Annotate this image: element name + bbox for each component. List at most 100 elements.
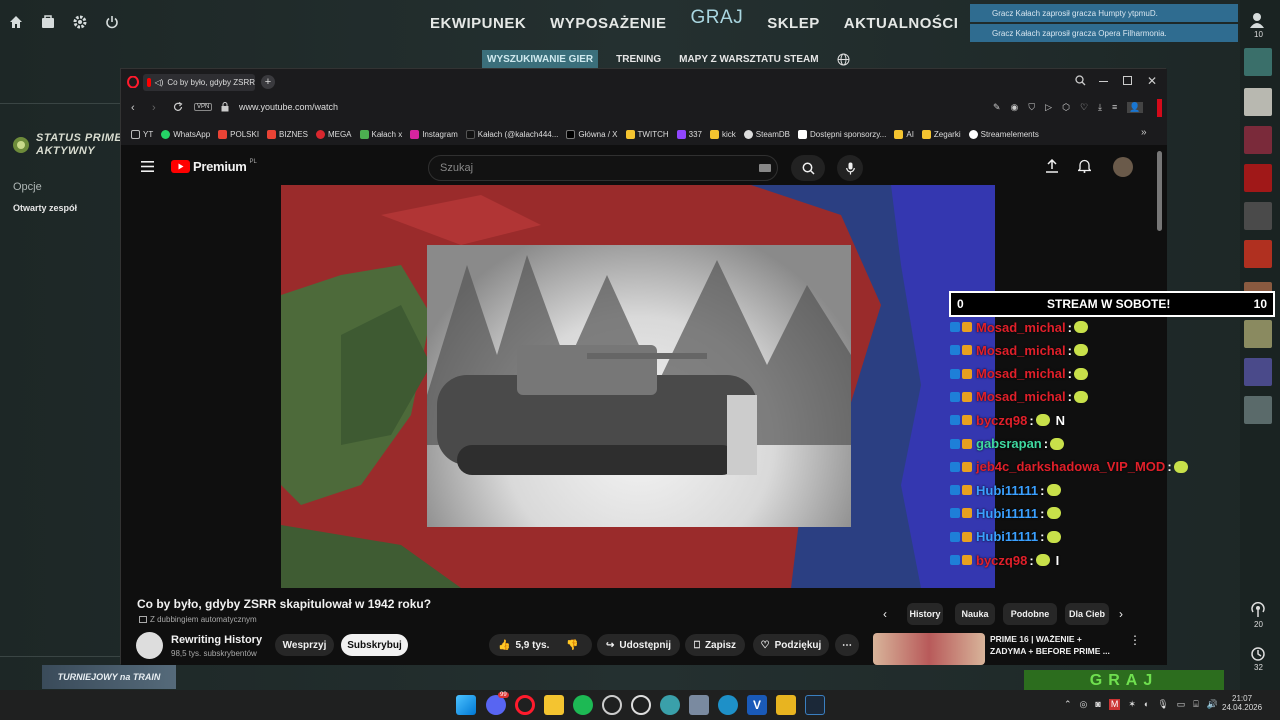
heart-icon[interactable]: ♡ [1080, 102, 1088, 113]
friend-avatar[interactable] [1244, 240, 1272, 268]
scrollbar-thumb[interactable] [1157, 151, 1162, 231]
open-team-toggle[interactable]: Otwarty zespół [13, 203, 77, 213]
inventory-icon[interactable] [32, 6, 64, 38]
chip-podobne[interactable]: Podobne [1003, 603, 1057, 625]
minimize-icon[interactable] [1099, 81, 1108, 82]
edge-icon[interactable] [718, 695, 738, 715]
bookmark-yt[interactable]: YT [131, 129, 153, 139]
calculator-icon[interactable] [689, 695, 709, 715]
tray-discord-icon[interactable]: ◙ [1095, 699, 1100, 710]
friend-avatar[interactable] [1244, 88, 1272, 116]
upload-icon[interactable] [1046, 159, 1058, 173]
reload-icon[interactable] [173, 102, 183, 112]
play-button[interactable]: GRAJ [1024, 670, 1224, 692]
browser-tab[interactable]: ◁) Co by było, gdyby ZSRR [143, 74, 255, 91]
gear-icon[interactable] [64, 6, 96, 38]
url-field[interactable]: www.youtube.com/watch [239, 102, 338, 112]
share-button[interactable]: ↪ Udostępnij [597, 634, 680, 656]
bookmark-biznes[interactable]: BIZNES [267, 129, 308, 139]
hamburger-menu-icon[interactable] [141, 161, 154, 172]
speaker-icon[interactable]: ◁) [155, 78, 164, 87]
search-input[interactable]: Szukaj [428, 155, 778, 181]
nav-equipment[interactable]: EKWIPUNEK [430, 15, 526, 32]
cube-icon[interactable]: ⬡ [1062, 102, 1070, 113]
app-icon[interactable] [776, 695, 796, 715]
globe-icon[interactable] [837, 53, 850, 66]
search-button[interactable] [791, 155, 825, 181]
back-icon[interactable]: ‹ [131, 102, 135, 114]
friend-avatar[interactable] [1244, 164, 1272, 192]
close-icon[interactable]: ✕ [1147, 74, 1157, 88]
support-button[interactable]: Wesprzyj [275, 634, 334, 656]
search-tabs-icon[interactable] [1075, 75, 1086, 86]
bookmark-streamelements[interactable]: Streamelements [968, 129, 1039, 139]
nav-store[interactable]: SKLEP [767, 15, 820, 32]
tray-icon[interactable]: ◎ [1080, 699, 1088, 710]
bookmarks-overflow-icon[interactable]: » [1141, 127, 1147, 138]
nav-loadout[interactable]: WYPOSAŻENIE [550, 15, 666, 32]
friend-avatar[interactable] [1244, 126, 1272, 154]
video-player[interactable] [281, 185, 995, 588]
tray-steam-icon[interactable]: ◐ [1144, 699, 1149, 710]
shield-icon[interactable]: ⛉ [1028, 102, 1035, 113]
youtube-logo[interactable]: Premium PL [171, 159, 257, 174]
chip-nauka[interactable]: Nauka [955, 603, 995, 625]
nav-news[interactable]: AKTUALNOŚCI [844, 15, 959, 32]
bookmark-tiktok[interactable]: Kałach (@kalach444... [465, 129, 558, 139]
edit-icon[interactable]: ✎ [993, 102, 1001, 113]
recommended-title[interactable]: PRIME 16 | WAŻENIE + ZADYMA + BEFORE PRI… [990, 633, 1110, 657]
map-tile-train[interactable]: TURNIEJOWY na TRAIN [42, 665, 176, 689]
vpn-badge[interactable]: VPN [194, 103, 213, 111]
play-icon[interactable]: ▷ [1045, 102, 1052, 113]
bell-icon[interactable] [1078, 159, 1091, 173]
user-icon[interactable] [1250, 12, 1264, 28]
dislike-icon[interactable]: 👎 [566, 640, 578, 651]
bookmark-sponsors[interactable]: Dostępni sponsorzy... [798, 129, 886, 139]
nav-play[interactable]: GRAJ [691, 7, 744, 32]
opera-icon[interactable] [515, 695, 535, 715]
more-actions-button[interactable]: ⋯ [835, 634, 859, 656]
bookmark-ai[interactable]: AI [894, 129, 914, 139]
tab-training[interactable]: TRENING [616, 54, 661, 65]
recommended-more-icon[interactable]: ⋮ [1129, 633, 1141, 647]
spotify-icon[interactable] [573, 695, 593, 715]
tray-display-icon[interactable]: ▭ [1177, 699, 1186, 710]
lock-icon[interactable] [221, 102, 229, 112]
like-count[interactable]: 5,9 tys. [515, 640, 549, 651]
app-icon[interactable] [660, 695, 680, 715]
vegas-icon[interactable]: V [747, 695, 767, 715]
voice-search-button[interactable] [837, 155, 863, 181]
app-icon[interactable] [602, 695, 622, 715]
bookmark-steamdb[interactable]: SteamDB [743, 129, 790, 139]
bookmark-337[interactable]: 337 [676, 129, 702, 139]
invite-notification[interactable]: Gracz Kałach zaprosił gracza Humpty ytpm… [970, 4, 1238, 22]
history-icon[interactable] [1250, 646, 1266, 662]
tray-malwarebytes-icon[interactable]: M [1108, 699, 1121, 710]
chips-prev-icon[interactable]: ‹ [883, 607, 887, 621]
invite-notification[interactable]: Gracz Kałach zaprosił gracza Opera Filha… [970, 24, 1238, 42]
bookmark-zegarki[interactable]: Zegarki [921, 129, 961, 139]
new-tab-button[interactable]: + [261, 75, 275, 89]
subscribe-button[interactable]: Subskrybuj [341, 634, 408, 656]
profile-icon[interactable]: 👤 [1127, 102, 1143, 113]
maximize-icon[interactable] [1123, 76, 1132, 85]
opera-logo-icon[interactable] [127, 76, 139, 88]
bookmark-mega[interactable]: MEGA [315, 129, 352, 139]
download-icon[interactable]: ⤓ [1098, 102, 1102, 113]
discord-icon[interactable] [486, 695, 506, 715]
keyboard-icon[interactable] [759, 164, 771, 172]
bookmark-twitch[interactable]: TWITCH [625, 129, 669, 139]
recommended-thumbnail[interactable] [873, 633, 985, 665]
obs-icon[interactable] [631, 695, 651, 715]
tab-workshop-maps[interactable]: MAPY Z WARSZTATU STEAM [679, 54, 818, 65]
broadcast-icon[interactable] [1250, 602, 1266, 618]
windows-start-icon[interactable] [456, 695, 476, 715]
steam-icon[interactable] [805, 695, 825, 715]
tab-matchmaking[interactable]: WYSZUKIWANIE GIER [482, 50, 599, 69]
friend-avatar[interactable] [1244, 320, 1272, 348]
channel-name[interactable]: Rewriting History [171, 634, 262, 646]
bookmark-x[interactable]: Główna / X [566, 129, 618, 139]
chip-dla-ciebie[interactable]: Dla Cieb [1065, 603, 1109, 625]
file-explorer-icon[interactable] [544, 695, 564, 715]
channel-avatar[interactable] [136, 632, 163, 659]
